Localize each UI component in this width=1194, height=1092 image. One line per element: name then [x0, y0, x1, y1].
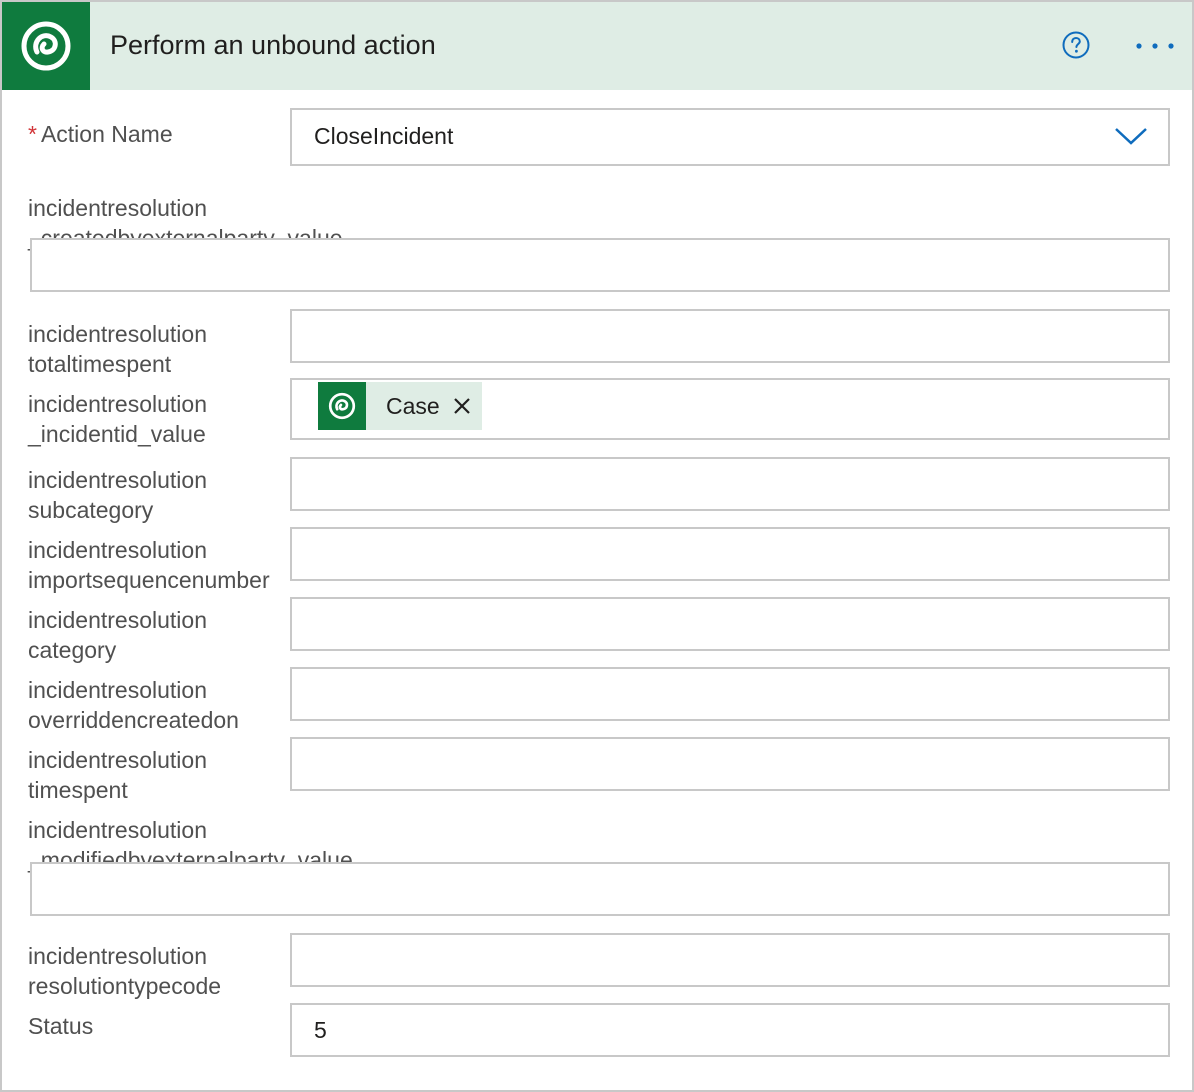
dataverse-logo-icon — [2, 2, 90, 90]
subcategory-text-input[interactable] — [292, 459, 1168, 509]
importsequencenumber-input[interactable] — [290, 527, 1170, 581]
modifiedbyexternalparty-text-input[interactable] — [32, 864, 1168, 914]
close-icon[interactable] — [452, 396, 472, 416]
incidentid-label-line1: incidentresolution — [28, 391, 208, 417]
timespent-input[interactable] — [290, 737, 1170, 791]
status-label: Status — [28, 1013, 94, 1039]
action-name-label-text: Action Name — [40, 121, 173, 147]
modifiedbyexternalparty-input[interactable] — [30, 862, 1170, 916]
overriddencreatedon-label-line1: incidentresolution — [28, 677, 208, 703]
action-card: Perform an unbound action * Action Name C… — [0, 0, 1194, 1092]
help-circle-icon[interactable] — [1062, 31, 1090, 59]
category-text-input[interactable] — [292, 599, 1168, 649]
overriddencreatedon-label-line2: overriddencreatedon — [28, 707, 239, 733]
required-marker: * — [28, 121, 37, 147]
totaltimespent-label-line2: totaltimespent — [28, 351, 172, 377]
status-text-input[interactable] — [292, 1005, 1168, 1055]
chevron-down-icon[interactable] — [1114, 126, 1148, 146]
resolutiontypecode-input[interactable] — [290, 933, 1170, 987]
incidentid-token-field[interactable]: Case — [290, 378, 1170, 440]
importsequencenumber-text-input[interactable] — [292, 529, 1168, 579]
more-ellipsis-icon[interactable] — [1135, 36, 1175, 56]
importsequencenumber-label-line2: importsequencenumber — [28, 567, 270, 593]
subcategory-input[interactable] — [290, 457, 1170, 511]
resolutiontypecode-label-line2: resolutiontypecode — [28, 973, 222, 999]
createdbyexternalparty-label-line1: incidentresolution — [28, 195, 208, 221]
action-name-select[interactable]: CloseIncident — [290, 108, 1170, 166]
action-name-label: * Action Name — [28, 119, 173, 149]
category-label-line2: category — [28, 637, 117, 663]
card-title: Perform an unbound action — [110, 30, 436, 60]
incidentid-label-line2: _incidentid_value — [28, 421, 206, 447]
timespent-label-line1: incidentresolution — [28, 747, 208, 773]
timespent-text-input[interactable] — [292, 739, 1168, 789]
totaltimespent-label-line1: incidentresolution — [28, 321, 208, 347]
dataverse-token-icon — [318, 382, 366, 430]
modifiedbyexternalparty-label-line1: incidentresolution — [28, 817, 208, 843]
action-name-value: CloseIncident — [314, 123, 454, 149]
createdbyexternalparty-text-input[interactable] — [32, 240, 1168, 290]
createdbyexternalparty-input[interactable] — [30, 238, 1170, 292]
case-token-label: Case — [386, 392, 440, 419]
case-token[interactable]: Case — [318, 382, 482, 430]
totaltimespent-input[interactable] — [290, 309, 1170, 363]
overriddencreatedon-text-input[interactable] — [292, 669, 1168, 719]
category-input[interactable] — [290, 597, 1170, 651]
card-header[interactable]: Perform an unbound action — [2, 2, 1192, 90]
timespent-label-line2: timespent — [28, 777, 128, 803]
subcategory-label-line1: incidentresolution — [28, 467, 208, 493]
overriddencreatedon-input[interactable] — [290, 667, 1170, 721]
totaltimespent-text-input[interactable] — [292, 311, 1168, 361]
subcategory-label-line2: subcategory — [28, 497, 154, 523]
resolutiontypecode-text-input[interactable] — [292, 935, 1168, 985]
status-input[interactable] — [290, 1003, 1170, 1057]
category-label-line1: incidentresolution — [28, 607, 208, 633]
importsequencenumber-label-line1: incidentresolution — [28, 537, 208, 563]
resolutiontypecode-label-line1: incidentresolution — [28, 943, 208, 969]
